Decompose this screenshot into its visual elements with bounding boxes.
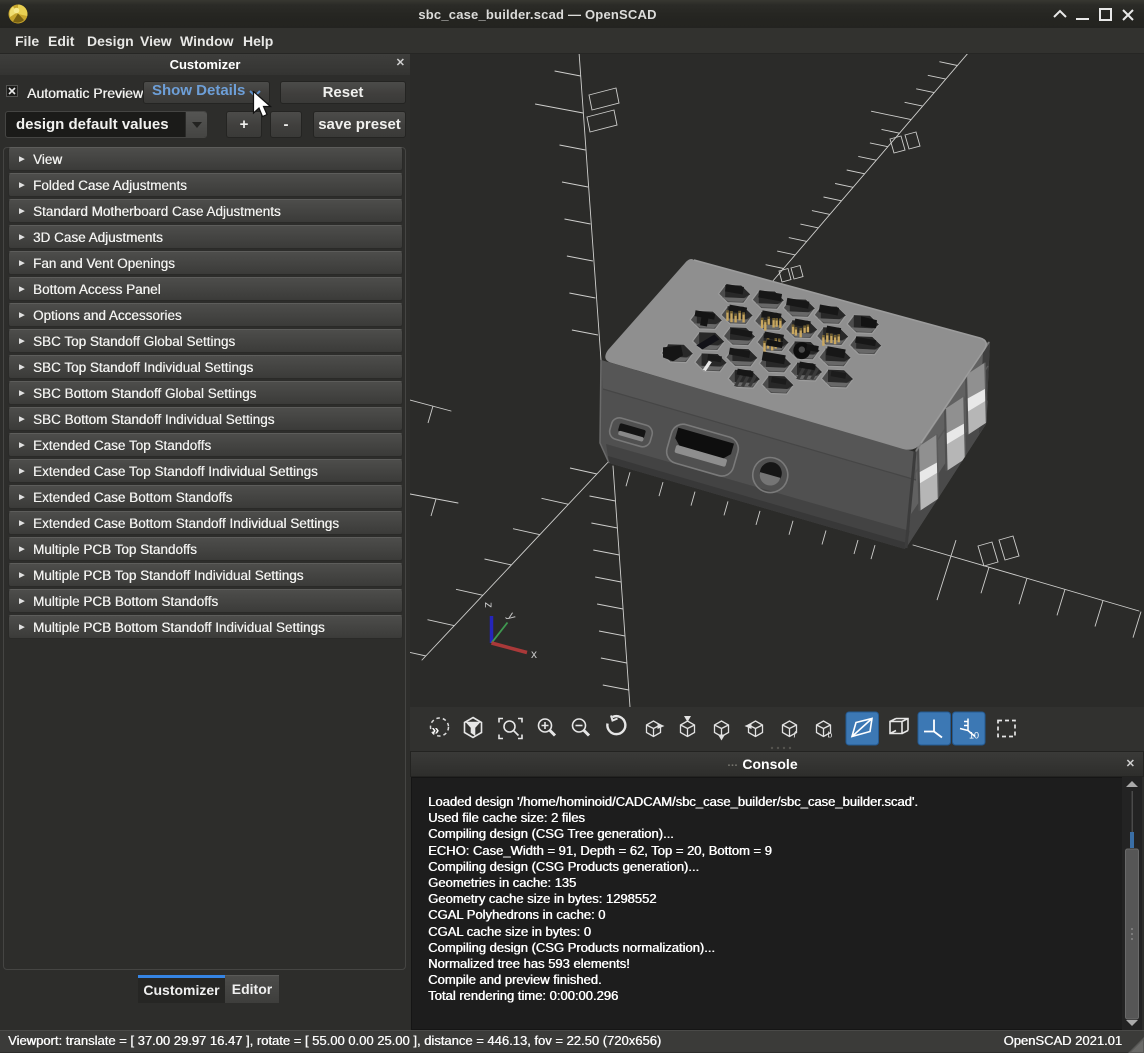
svg-text:x: x [531,647,537,661]
svg-text:10: 10 [969,731,979,741]
svg-text:z: z [482,602,496,608]
svg-text:b: b [828,730,833,740]
svg-text:»: » [432,722,440,738]
